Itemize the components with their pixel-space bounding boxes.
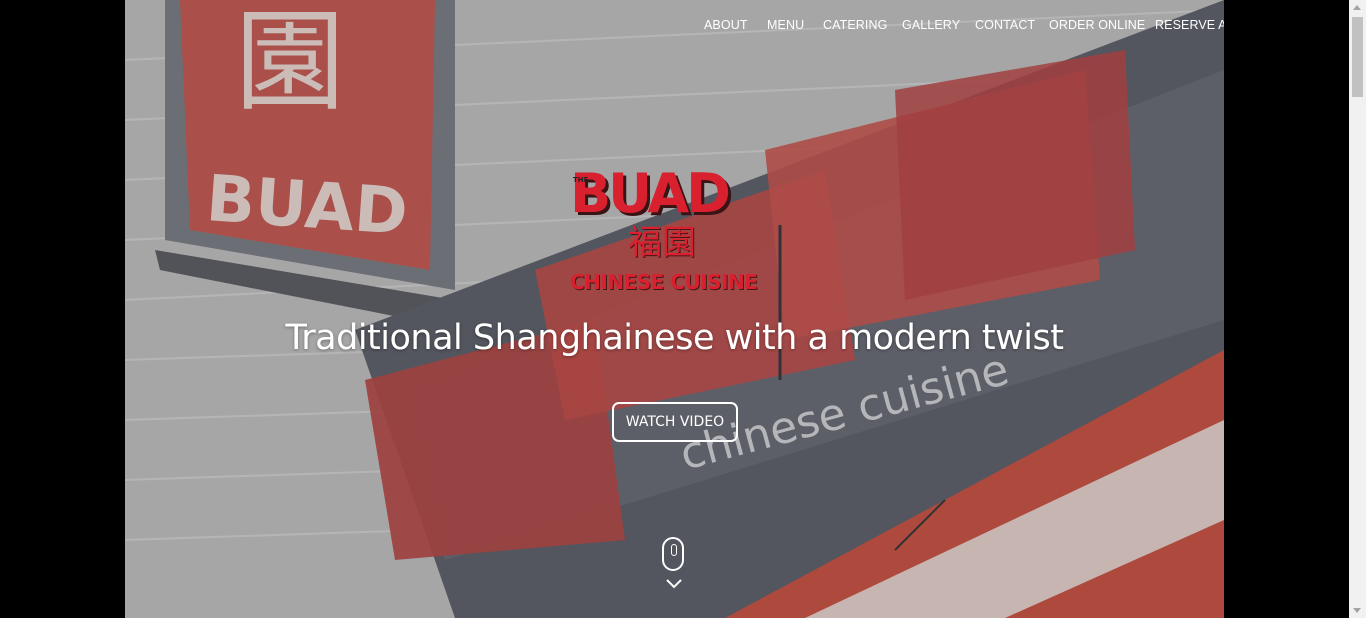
hero-section: BUAD 園 chinese cuisine ABOUT MENU CATERI… xyxy=(125,0,1224,618)
scroll-down-arrow-icon[interactable] xyxy=(1353,608,1361,613)
mouse-scroll-icon[interactable] xyxy=(662,537,684,571)
brand-logo[interactable]: BUAD THE 福園 CHINESE CUISINE xyxy=(570,162,782,296)
scroll-up-arrow-icon[interactable] xyxy=(1353,5,1361,10)
chevron-down-icon[interactable] xyxy=(666,578,682,590)
hero-background-image: BUAD 園 chinese cuisine xyxy=(125,0,1224,618)
mouse-wheel xyxy=(671,544,677,556)
logo-small-text: THE xyxy=(573,176,589,184)
scrollbar-thumb[interactable] xyxy=(1352,17,1363,97)
nav-menu[interactable]: MENU xyxy=(767,18,804,32)
logo-main-text: BUAD xyxy=(570,162,731,225)
logo-chinese-text: 福園 xyxy=(628,223,696,263)
logo-subtitle: CHINESE CUISINE xyxy=(570,270,758,294)
nav-reserve-table[interactable]: RESERVE A TABLE xyxy=(1155,18,1224,32)
nav-gallery[interactable]: GALLERY xyxy=(902,18,960,32)
page-scrollbar[interactable] xyxy=(1349,0,1366,618)
nav-catering[interactable]: CATERING xyxy=(823,18,887,32)
nav-about[interactable]: ABOUT xyxy=(704,18,748,32)
nav-order-online[interactable]: ORDER ONLINE xyxy=(1049,18,1145,32)
watch-video-button[interactable]: WATCH VIDEO xyxy=(612,402,738,442)
main-nav: ABOUT MENU CATERING GALLERY CONTACT ORDE… xyxy=(125,18,1224,38)
nav-contact[interactable]: CONTACT xyxy=(975,18,1035,32)
hero-tagline: Traditional Shanghainese with a modern t… xyxy=(285,318,1064,358)
